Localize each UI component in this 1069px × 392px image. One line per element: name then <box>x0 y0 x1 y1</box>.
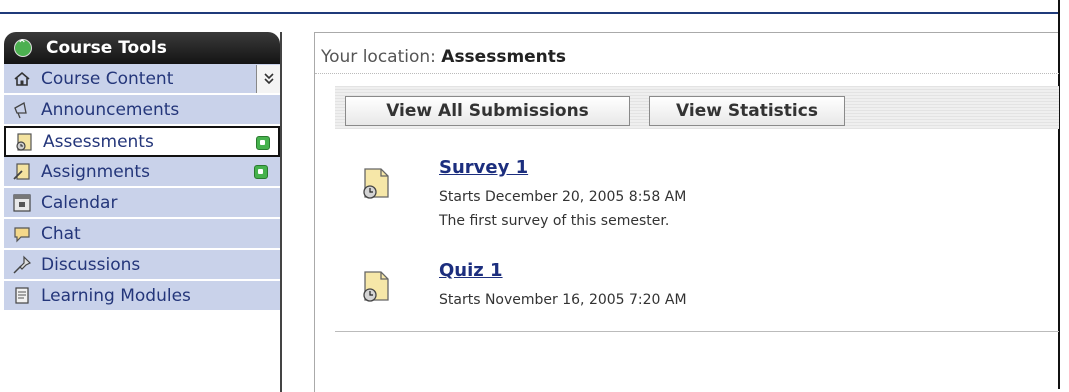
assessments-panel: Your location: Assessments View All Subm… <box>314 32 1059 392</box>
course-tools-title: Course Tools <box>46 38 167 58</box>
sidebar-item-label: Learning Modules <box>41 285 191 306</box>
assessment-icon <box>361 270 391 304</box>
sidebar-item-announcements[interactable]: Announcements <box>4 95 280 126</box>
chevron-down-icon[interactable] <box>256 65 280 93</box>
sidebar-item-label: Discussions <box>41 254 141 275</box>
sidebar-item-label: Calendar <box>41 192 118 213</box>
course-tools-list: Course Content Announcements Assessments… <box>4 64 280 312</box>
breadcrumb: Your location: Assessments <box>315 47 566 67</box>
action-toolbar: View All Submissions View Statistics <box>335 86 1059 129</box>
add-icon[interactable] <box>256 136 270 150</box>
sidebar-item-discussions[interactable]: Discussions <box>4 250 280 281</box>
top-bar <box>0 0 1058 14</box>
divider <box>335 331 1059 332</box>
sidebar-item-learning-modules[interactable]: Learning Modules <box>4 281 280 312</box>
sidebar-item-label: Course Content <box>41 68 174 89</box>
view-all-submissions-button[interactable]: View All Submissions <box>345 96 630 126</box>
megaphone-icon <box>12 100 32 120</box>
sidebar-item-calendar[interactable]: Calendar <box>4 188 280 219</box>
assessment-title-link[interactable]: Survey 1 <box>439 157 528 178</box>
sidebar-item-label: Announcements <box>41 99 180 120</box>
sidebar-item-course-content[interactable]: Course Content <box>4 64 280 95</box>
sidebar-item-label: Chat <box>41 223 81 244</box>
home-icon <box>12 69 32 89</box>
add-icon[interactable] <box>254 165 268 179</box>
assessment-start-date: Starts November 16, 2005 7:20 AM <box>439 292 687 308</box>
chat-icon <box>12 224 32 244</box>
sidebar-item-chat[interactable]: Chat <box>4 219 280 250</box>
location-value: Assessments <box>441 47 567 67</box>
divider <box>315 73 1059 74</box>
assessment-start-date: Starts December 20, 2005 8:58 AM <box>439 189 687 205</box>
sidebar-item-assignments[interactable]: Assignments <box>4 157 280 188</box>
view-statistics-button[interactable]: View Statistics <box>649 96 845 126</box>
modules-icon <box>12 286 32 306</box>
pushpin-icon <box>12 255 32 275</box>
collapse-up-icon[interactable] <box>14 37 32 57</box>
location-label: Your location: <box>321 47 436 67</box>
assessment-title-link[interactable]: Quiz 1 <box>439 260 503 281</box>
course-tools-header[interactable]: Course Tools <box>4 32 280 64</box>
sidebar-item-label: Assessments <box>43 131 154 152</box>
assessment-icon <box>14 132 34 152</box>
assessment-icon <box>361 167 391 201</box>
assessment-description: The first survey of this semester. <box>439 213 670 229</box>
course-tools-sidebar: Course Tools Course Content Announcement… <box>4 32 282 392</box>
calendar-icon <box>12 193 32 213</box>
assignment-icon <box>12 162 32 182</box>
sidebar-item-label: Assignments <box>41 161 150 182</box>
sidebar-item-assessments[interactable]: Assessments <box>4 126 280 157</box>
